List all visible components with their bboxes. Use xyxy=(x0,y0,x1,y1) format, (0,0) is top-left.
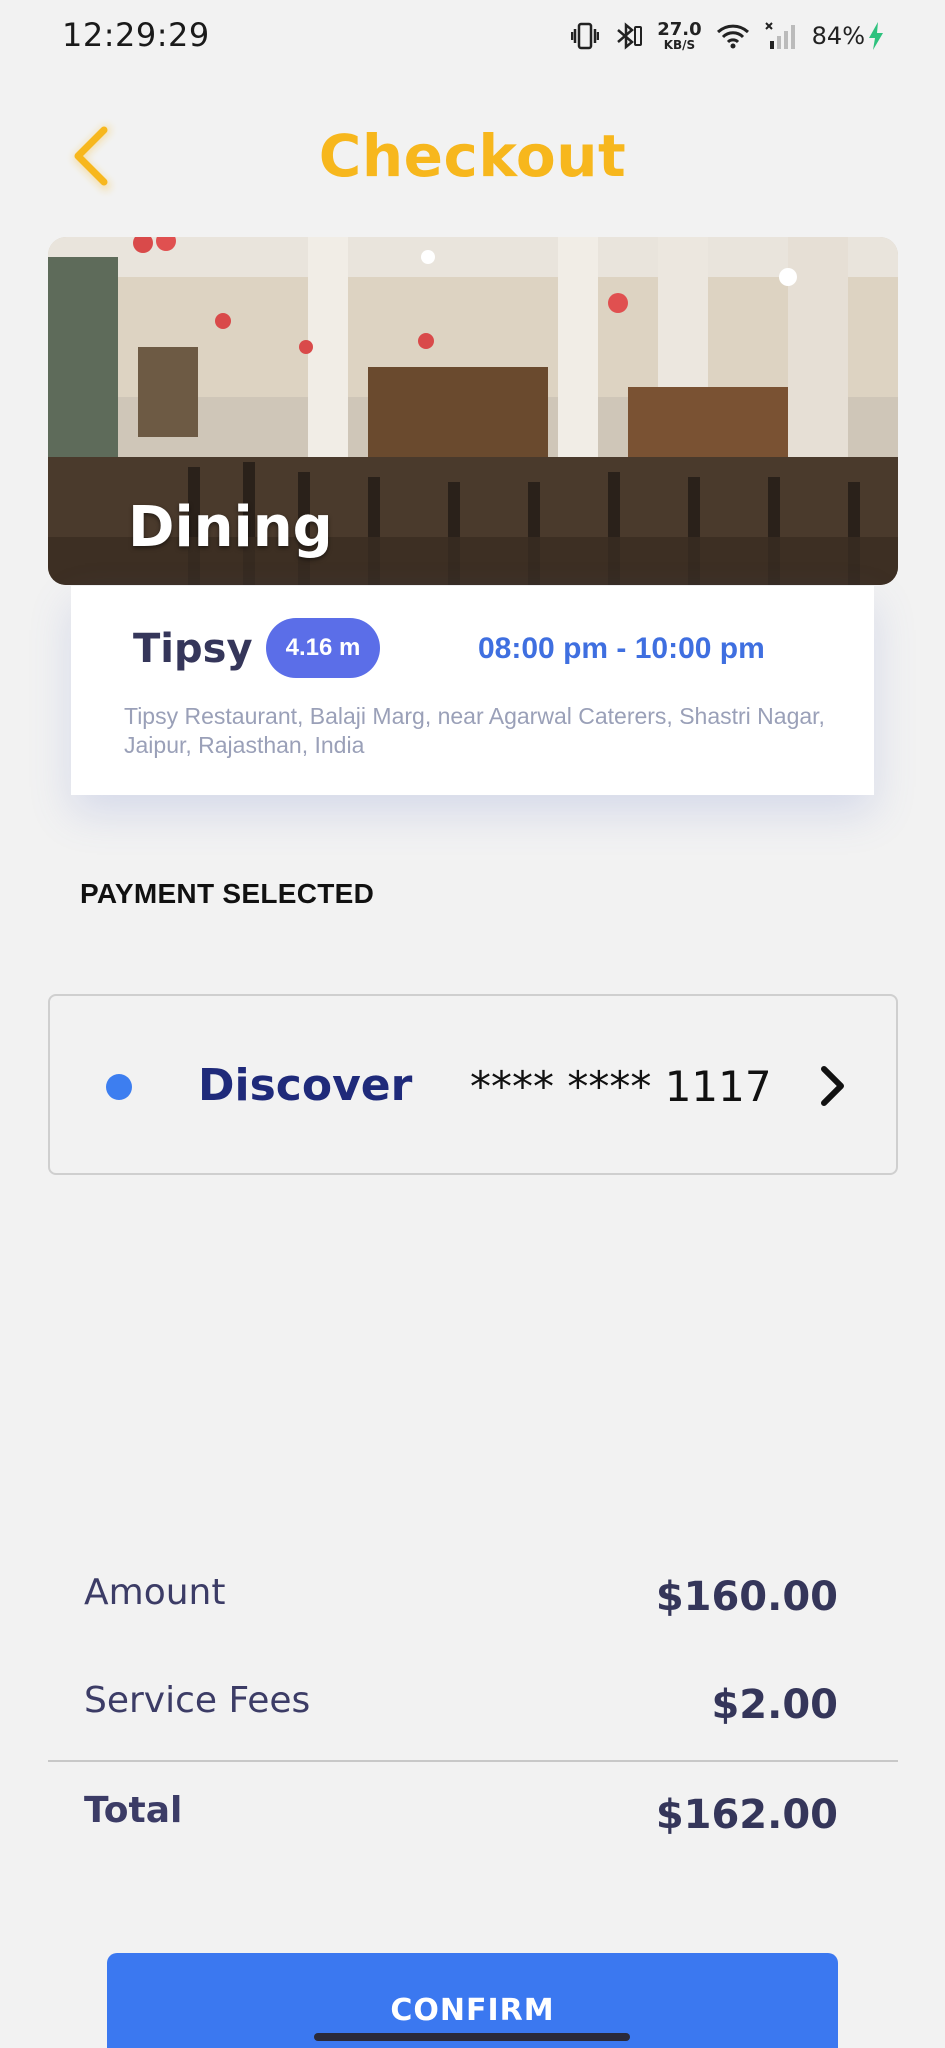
home-indicator[interactable] xyxy=(314,2033,630,2041)
service-fees-value: $2.00 xyxy=(711,1682,838,1728)
status-bar: 12:29:29 27.0 KB/S 84% xyxy=(0,0,945,72)
network-speed: 27.0 KB/S xyxy=(657,19,702,52)
distance-badge: 4.16 m xyxy=(266,618,380,678)
total-label: Total xyxy=(84,1790,183,1831)
restaurant-address: Tipsy Restaurant, Balaji Marg, near Agar… xyxy=(124,703,825,758)
summary-divider xyxy=(48,1760,898,1762)
wifi-icon xyxy=(716,22,750,50)
battery-indicator: 84% xyxy=(812,21,885,51)
network-speed-value: 27.0 xyxy=(657,19,702,40)
total-value: $162.00 xyxy=(655,1792,838,1838)
card-number: **** **** 1117 xyxy=(470,1062,772,1111)
hero-label: Dining xyxy=(128,495,333,560)
restaurant-name: Tipsy xyxy=(133,626,253,672)
restaurant-hero-image: Dining xyxy=(48,237,898,585)
total-row: Total $162.00 xyxy=(84,1790,838,1850)
payment-section-title: PAYMENT SELECTED xyxy=(80,878,375,909)
card-brand: Discover xyxy=(198,1060,413,1111)
network-speed-unit: KB/S xyxy=(663,38,696,52)
amount-value: $160.00 xyxy=(655,1574,838,1620)
service-fees-label: Service Fees xyxy=(84,1680,311,1721)
service-fees-row: Service Fees $2.00 xyxy=(84,1680,838,1740)
chevron-right-icon xyxy=(818,1064,848,1108)
vibrate-icon xyxy=(571,21,600,51)
amount-row: Amount $160.00 xyxy=(84,1572,838,1632)
payment-method-card[interactable]: Discover **** **** 1117 xyxy=(48,994,898,1175)
status-time: 12:29:29 xyxy=(62,16,210,54)
page-title: Checkout xyxy=(318,122,627,190)
charging-icon xyxy=(867,21,885,51)
amount-label: Amount xyxy=(84,1572,226,1613)
restaurant-info-card: Tipsy 4.16 m 08:00 pm - 10:00 pm Tipsy R… xyxy=(71,586,874,795)
cell-signal-icon xyxy=(764,21,798,51)
selected-radio-icon xyxy=(106,1074,132,1100)
booking-time-range: 08:00 pm - 10:00 pm xyxy=(478,632,765,665)
bluetooth-icon xyxy=(613,21,643,51)
battery-level: 84% xyxy=(811,22,865,50)
status-icons: 27.0 KB/S 84% xyxy=(571,18,885,54)
